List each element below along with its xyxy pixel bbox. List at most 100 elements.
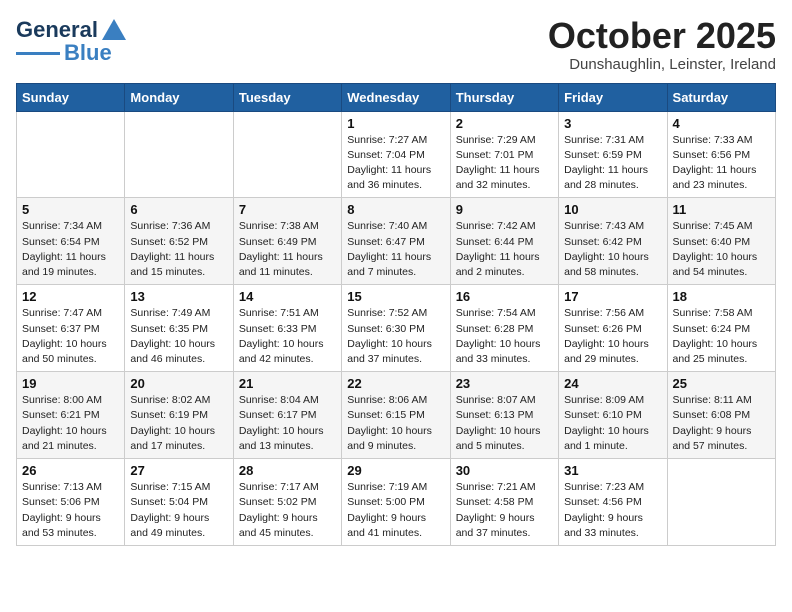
day-number: 3 [564, 116, 661, 131]
day-info: Sunrise: 7:17 AM Sunset: 5:02 PM Dayligh… [239, 480, 336, 541]
day-info: Sunrise: 8:04 AM Sunset: 6:17 PM Dayligh… [239, 393, 336, 454]
calendar-cell: 8 Sunrise: 7:40 AM Sunset: 6:47 PM Daylig… [342, 198, 450, 285]
day-info: Sunrise: 7:51 AM Sunset: 6:33 PM Dayligh… [239, 306, 336, 367]
calendar-cell: 31 Sunrise: 7:23 AM Sunset: 4:56 PM Dayli… [559, 459, 667, 546]
header: General Blue October 2025 Dunshaughlin, … [16, 16, 776, 73]
col-header-saturday: Saturday [667, 83, 775, 111]
day-info: Sunrise: 7:43 AM Sunset: 6:42 PM Dayligh… [564, 219, 661, 280]
day-number: 21 [239, 376, 336, 391]
calendar-cell: 30 Sunrise: 7:21 AM Sunset: 4:58 PM Dayli… [450, 459, 558, 546]
day-number: 30 [456, 463, 553, 478]
calendar-cell: 12 Sunrise: 7:47 AM Sunset: 6:37 PM Dayli… [17, 285, 125, 372]
day-number: 24 [564, 376, 661, 391]
day-info: Sunrise: 8:02 AM Sunset: 6:19 PM Dayligh… [130, 393, 227, 454]
day-number: 5 [22, 202, 119, 217]
day-info: Sunrise: 7:27 AM Sunset: 7:04 PM Dayligh… [347, 133, 444, 194]
day-info: Sunrise: 7:21 AM Sunset: 4:58 PM Dayligh… [456, 480, 553, 541]
day-number: 25 [673, 376, 770, 391]
calendar-cell: 16 Sunrise: 7:54 AM Sunset: 6:28 PM Dayli… [450, 285, 558, 372]
day-info: Sunrise: 7:29 AM Sunset: 7:01 PM Dayligh… [456, 133, 553, 194]
day-info: Sunrise: 8:06 AM Sunset: 6:15 PM Dayligh… [347, 393, 444, 454]
day-info: Sunrise: 7:56 AM Sunset: 6:26 PM Dayligh… [564, 306, 661, 367]
day-number: 12 [22, 289, 119, 304]
calendar-cell: 22 Sunrise: 8:06 AM Sunset: 6:15 PM Dayli… [342, 372, 450, 459]
calendar-cell: 9 Sunrise: 7:42 AM Sunset: 6:44 PM Daylig… [450, 198, 558, 285]
col-header-monday: Monday [125, 83, 233, 111]
day-info: Sunrise: 7:40 AM Sunset: 6:47 PM Dayligh… [347, 219, 444, 280]
calendar-cell: 11Sunrise: 7:45 AM Sunset: 6:40 PM Dayli… [667, 198, 775, 285]
calendar-table: SundayMondayTuesdayWednesdayThursdayFrid… [16, 83, 776, 546]
day-number: 19 [22, 376, 119, 391]
day-info: Sunrise: 7:23 AM Sunset: 4:56 PM Dayligh… [564, 480, 661, 541]
day-number: 16 [456, 289, 553, 304]
calendar-cell: 21 Sunrise: 8:04 AM Sunset: 6:17 PM Dayli… [233, 372, 341, 459]
calendar-cell: 25 Sunrise: 8:11 AM Sunset: 6:08 PM Dayli… [667, 372, 775, 459]
calendar-cell: 19 Sunrise: 8:00 AM Sunset: 6:21 PM Dayli… [17, 372, 125, 459]
col-header-thursday: Thursday [450, 83, 558, 111]
day-number: 26 [22, 463, 119, 478]
calendar-cell: 27Sunrise: 7:15 AM Sunset: 5:04 PM Dayli… [125, 459, 233, 546]
day-info: Sunrise: 8:11 AM Sunset: 6:08 PM Dayligh… [673, 393, 770, 454]
calendar-cell: 15Sunrise: 7:52 AM Sunset: 6:30 PM Dayli… [342, 285, 450, 372]
col-header-tuesday: Tuesday [233, 83, 341, 111]
day-number: 28 [239, 463, 336, 478]
day-info: Sunrise: 7:49 AM Sunset: 6:35 PM Dayligh… [130, 306, 227, 367]
day-info: Sunrise: 7:31 AM Sunset: 6:59 PM Dayligh… [564, 133, 661, 194]
day-number: 22 [347, 376, 444, 391]
calendar-cell: 7 Sunrise: 7:38 AM Sunset: 6:49 PM Daylig… [233, 198, 341, 285]
calendar-cell: 3 Sunrise: 7:31 AM Sunset: 6:59 PM Daylig… [559, 111, 667, 198]
day-number: 29 [347, 463, 444, 478]
calendar-cell: 29Sunrise: 7:19 AM Sunset: 5:00 PM Dayli… [342, 459, 450, 546]
calendar-cell [17, 111, 125, 198]
logo-blue: Blue [64, 40, 112, 66]
day-number: 1 [347, 116, 444, 131]
day-number: 31 [564, 463, 661, 478]
day-info: Sunrise: 7:54 AM Sunset: 6:28 PM Dayligh… [456, 306, 553, 367]
calendar-cell: 6 Sunrise: 7:36 AM Sunset: 6:52 PM Daylig… [125, 198, 233, 285]
calendar-cell: 26 Sunrise: 7:13 AM Sunset: 5:06 PM Dayli… [17, 459, 125, 546]
day-info: Sunrise: 8:09 AM Sunset: 6:10 PM Dayligh… [564, 393, 661, 454]
calendar-cell: 24 Sunrise: 8:09 AM Sunset: 6:10 PM Dayli… [559, 372, 667, 459]
day-info: Sunrise: 7:47 AM Sunset: 6:37 PM Dayligh… [22, 306, 119, 367]
header-row: SundayMondayTuesdayWednesdayThursdayFrid… [17, 83, 776, 111]
location-subtitle: Dunshaughlin, Leinster, Ireland [548, 56, 776, 73]
day-info: Sunrise: 8:00 AM Sunset: 6:21 PM Dayligh… [22, 393, 119, 454]
day-info: Sunrise: 7:15 AM Sunset: 5:04 PM Dayligh… [130, 480, 227, 541]
col-header-friday: Friday [559, 83, 667, 111]
week-row-2: 5 Sunrise: 7:34 AM Sunset: 6:54 PM Daylig… [17, 198, 776, 285]
day-info: Sunrise: 7:36 AM Sunset: 6:52 PM Dayligh… [130, 219, 227, 280]
day-info: Sunrise: 7:34 AM Sunset: 6:54 PM Dayligh… [22, 219, 119, 280]
logo: General Blue [16, 16, 128, 66]
day-number: 4 [673, 116, 770, 131]
day-number: 20 [130, 376, 227, 391]
day-info: Sunrise: 7:45 AM Sunset: 6:40 PM Dayligh… [673, 219, 770, 280]
day-number: 2 [456, 116, 553, 131]
calendar-cell: 20 Sunrise: 8:02 AM Sunset: 6:19 PM Dayli… [125, 372, 233, 459]
col-header-wednesday: Wednesday [342, 83, 450, 111]
calendar-cell: 18 Sunrise: 7:58 AM Sunset: 6:24 PM Dayli… [667, 285, 775, 372]
calendar-cell [125, 111, 233, 198]
calendar-cell: 4Sunrise: 7:33 AM Sunset: 6:56 PM Daylig… [667, 111, 775, 198]
day-info: Sunrise: 7:58 AM Sunset: 6:24 PM Dayligh… [673, 306, 770, 367]
day-info: Sunrise: 7:13 AM Sunset: 5:06 PM Dayligh… [22, 480, 119, 541]
week-row-3: 12 Sunrise: 7:47 AM Sunset: 6:37 PM Dayli… [17, 285, 776, 372]
calendar-cell: 23Sunrise: 8:07 AM Sunset: 6:13 PM Dayli… [450, 372, 558, 459]
calendar-cell: 5 Sunrise: 7:34 AM Sunset: 6:54 PM Daylig… [17, 198, 125, 285]
calendar-cell: 1 Sunrise: 7:27 AM Sunset: 7:04 PM Daylig… [342, 111, 450, 198]
day-number: 18 [673, 289, 770, 304]
calendar-cell: 10 Sunrise: 7:43 AM Sunset: 6:42 PM Dayli… [559, 198, 667, 285]
day-number: 7 [239, 202, 336, 217]
day-number: 15 [347, 289, 444, 304]
day-number: 6 [130, 202, 227, 217]
day-info: Sunrise: 7:42 AM Sunset: 6:44 PM Dayligh… [456, 219, 553, 280]
day-number: 23 [456, 376, 553, 391]
day-number: 9 [456, 202, 553, 217]
calendar-cell: 2 Sunrise: 7:29 AM Sunset: 7:01 PM Daylig… [450, 111, 558, 198]
day-number: 10 [564, 202, 661, 217]
week-row-4: 19 Sunrise: 8:00 AM Sunset: 6:21 PM Dayli… [17, 372, 776, 459]
day-info: Sunrise: 7:38 AM Sunset: 6:49 PM Dayligh… [239, 219, 336, 280]
day-number: 8 [347, 202, 444, 217]
week-row-1: 1 Sunrise: 7:27 AM Sunset: 7:04 PM Daylig… [17, 111, 776, 198]
day-number: 13 [130, 289, 227, 304]
calendar-cell: 14Sunrise: 7:51 AM Sunset: 6:33 PM Dayli… [233, 285, 341, 372]
